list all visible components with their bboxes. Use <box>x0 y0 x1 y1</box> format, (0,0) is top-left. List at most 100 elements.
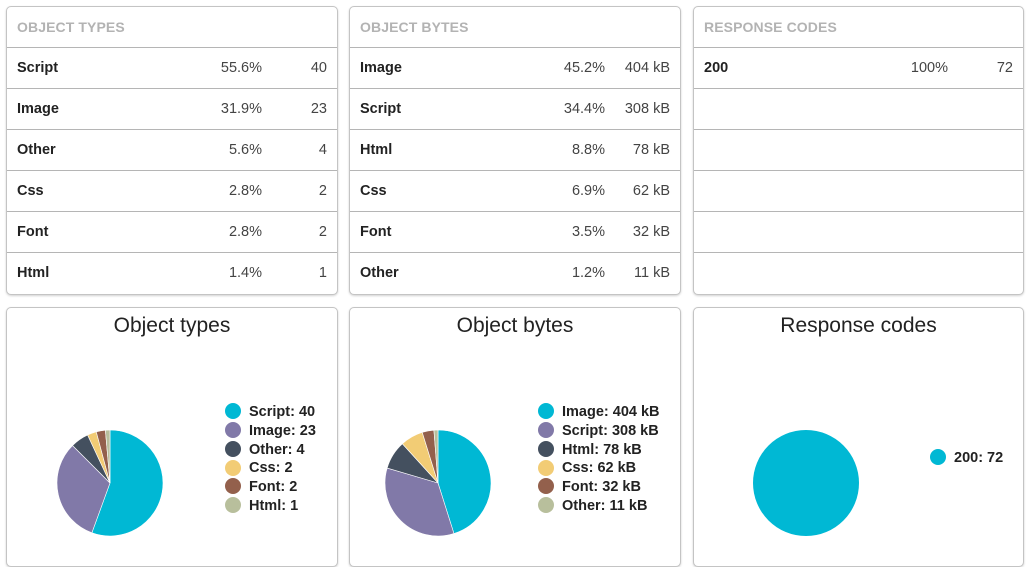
row-name: Font <box>360 224 392 240</box>
row-percent: 34.4% <box>563 101 605 117</box>
table-row: Script 34.4% 308 kB <box>350 89 680 130</box>
table-row: Css 2.8% 2 <box>7 171 337 212</box>
row-percent: 31.9% <box>220 101 262 117</box>
row-value: 32 kB <box>632 224 670 240</box>
table-row: Image 31.9% 23 <box>7 89 337 130</box>
legend-swatch-icon <box>225 440 241 457</box>
legend-swatch-icon <box>538 403 554 420</box>
legend-item: Font: 32 kB <box>538 478 660 497</box>
legend-item: Image: 404 kB <box>538 403 660 422</box>
legend-item: Image: 23 <box>225 421 316 441</box>
legend-label: 200: 72 <box>954 450 1004 466</box>
row-name: Script <box>17 60 59 76</box>
legend-label: Font: 32 kB <box>562 479 641 496</box>
row-percent: 100% <box>910 60 948 76</box>
response-codes-table: RESPONSE CODES 200 100% 72 <box>693 6 1024 295</box>
legend-label: Html: 1 <box>249 497 299 514</box>
legend-item: 200: 72 <box>930 449 1003 468</box>
table-row-empty <box>694 212 1023 253</box>
row-name: Image <box>17 101 59 117</box>
legend-label: Script: 308 kB <box>562 422 659 439</box>
legend-item: Css: 2 <box>225 459 316 478</box>
table-header: OBJECT BYTES <box>350 7 680 48</box>
chart-legend: Script: 40 Image: 23 Other: 4 Css: 2 Font: 2… <box>225 403 316 516</box>
table-row-empty <box>694 130 1023 171</box>
row-percent: 2.8% <box>228 224 262 240</box>
row-name: Image <box>360 60 402 76</box>
row-name: Script <box>360 101 402 117</box>
row-name: Css <box>360 183 387 199</box>
legend-item: Script: 40 <box>225 403 316 422</box>
chart-legend: 200: 72 <box>930 449 1003 468</box>
row-value: 4 <box>318 142 327 158</box>
row-percent: 1.2% <box>571 265 605 281</box>
legend-label: Font: 2 <box>249 479 298 496</box>
row-value: 11 kB <box>633 265 670 281</box>
object-types-chart: Object types Script: 40 Image: 23 Other: 4… <box>6 307 338 567</box>
legend-label: Html: 78 kB <box>562 441 642 458</box>
legend-item: Font: 2 <box>225 478 316 497</box>
object-types-table: OBJECT TYPES Script 55.6% 40 Image 31.9% 23 … <box>6 6 338 295</box>
legend-swatch-icon <box>538 497 554 514</box>
row-value: 40 <box>310 60 327 76</box>
legend-label: Script: 40 <box>249 404 316 420</box>
row-value: 1 <box>318 265 327 281</box>
row-name: Other <box>17 142 56 158</box>
legend-swatch-icon <box>225 478 241 495</box>
table-row-empty <box>694 171 1023 212</box>
row-value: 2 <box>318 224 327 240</box>
table-row: Css 6.9% 62 kB <box>350 171 680 212</box>
legend-swatch-icon <box>538 440 554 457</box>
row-name: Html <box>17 265 50 281</box>
table-row-empty <box>694 253 1023 294</box>
legend-label: Image: 23 <box>249 422 316 439</box>
legend-label: Image: 404 kB <box>562 404 660 420</box>
legend-item: Css: 62 kB <box>538 459 660 478</box>
legend-label: Other: 11 kB <box>562 497 648 514</box>
legend-swatch-icon <box>225 497 241 514</box>
pie-slice-200 <box>753 430 859 536</box>
legend-swatch-icon <box>538 421 554 438</box>
legend-swatch-icon <box>538 478 554 495</box>
table-row: 200 100% 72 <box>694 48 1023 89</box>
table-row: Font 3.5% 32 kB <box>350 212 680 253</box>
row-name: Css <box>17 183 44 199</box>
table-row: Other 1.2% 11 kB <box>350 253 680 294</box>
table-row: Other 5.6% 4 <box>7 130 337 171</box>
row-value: 2 <box>318 183 327 199</box>
legend-swatch-icon <box>225 459 241 476</box>
legend-swatch-icon <box>225 421 241 438</box>
legend-label: Css: 2 <box>249 460 293 477</box>
row-name: Html <box>360 142 393 158</box>
row-percent: 6.9% <box>571 183 605 199</box>
row-percent: 3.5% <box>571 224 605 240</box>
table-row: Image 45.2% 404 kB <box>350 48 680 89</box>
pie-svg <box>753 430 859 536</box>
row-name: Font <box>17 224 49 240</box>
legend-swatch-icon <box>930 449 946 466</box>
legend-item: Script: 308 kB <box>538 421 660 441</box>
row-value: 404 kB <box>624 60 670 76</box>
row-name: 200 <box>704 60 729 76</box>
row-percent: 8.8% <box>571 142 605 158</box>
table-row: Html 8.8% 78 kB <box>350 130 680 171</box>
response-codes-chart: Response codes 200: 72 <box>693 307 1024 567</box>
object-bytes-chart: Object bytes Image: 404 kB Script: 308 kB… <box>349 307 681 567</box>
legend-item: Other: 4 <box>225 440 316 460</box>
table-row-empty <box>694 89 1023 130</box>
table-row: Html 1.4% 1 <box>7 253 337 294</box>
row-percent: 1.4% <box>228 265 262 281</box>
object-bytes-table: OBJECT BYTES Image 45.2% 404 kB Script 34.4… <box>349 6 681 295</box>
row-percent: 55.6% <box>220 60 262 76</box>
row-name: Other <box>360 265 399 281</box>
row-value: 78 kB <box>632 142 670 158</box>
row-value: 62 kB <box>632 183 670 199</box>
legend-swatch-icon <box>538 459 554 476</box>
chart-legend: Image: 404 kB Script: 308 kB Html: 78 kB Cs… <box>538 403 660 516</box>
row-percent: 2.8% <box>228 183 262 199</box>
table-header: OBJECT TYPES <box>7 7 337 48</box>
legend-item: Other: 11 kB <box>538 497 660 516</box>
row-value: 23 <box>310 101 327 117</box>
legend-swatch-icon <box>225 403 241 420</box>
row-value: 72 <box>996 60 1013 76</box>
